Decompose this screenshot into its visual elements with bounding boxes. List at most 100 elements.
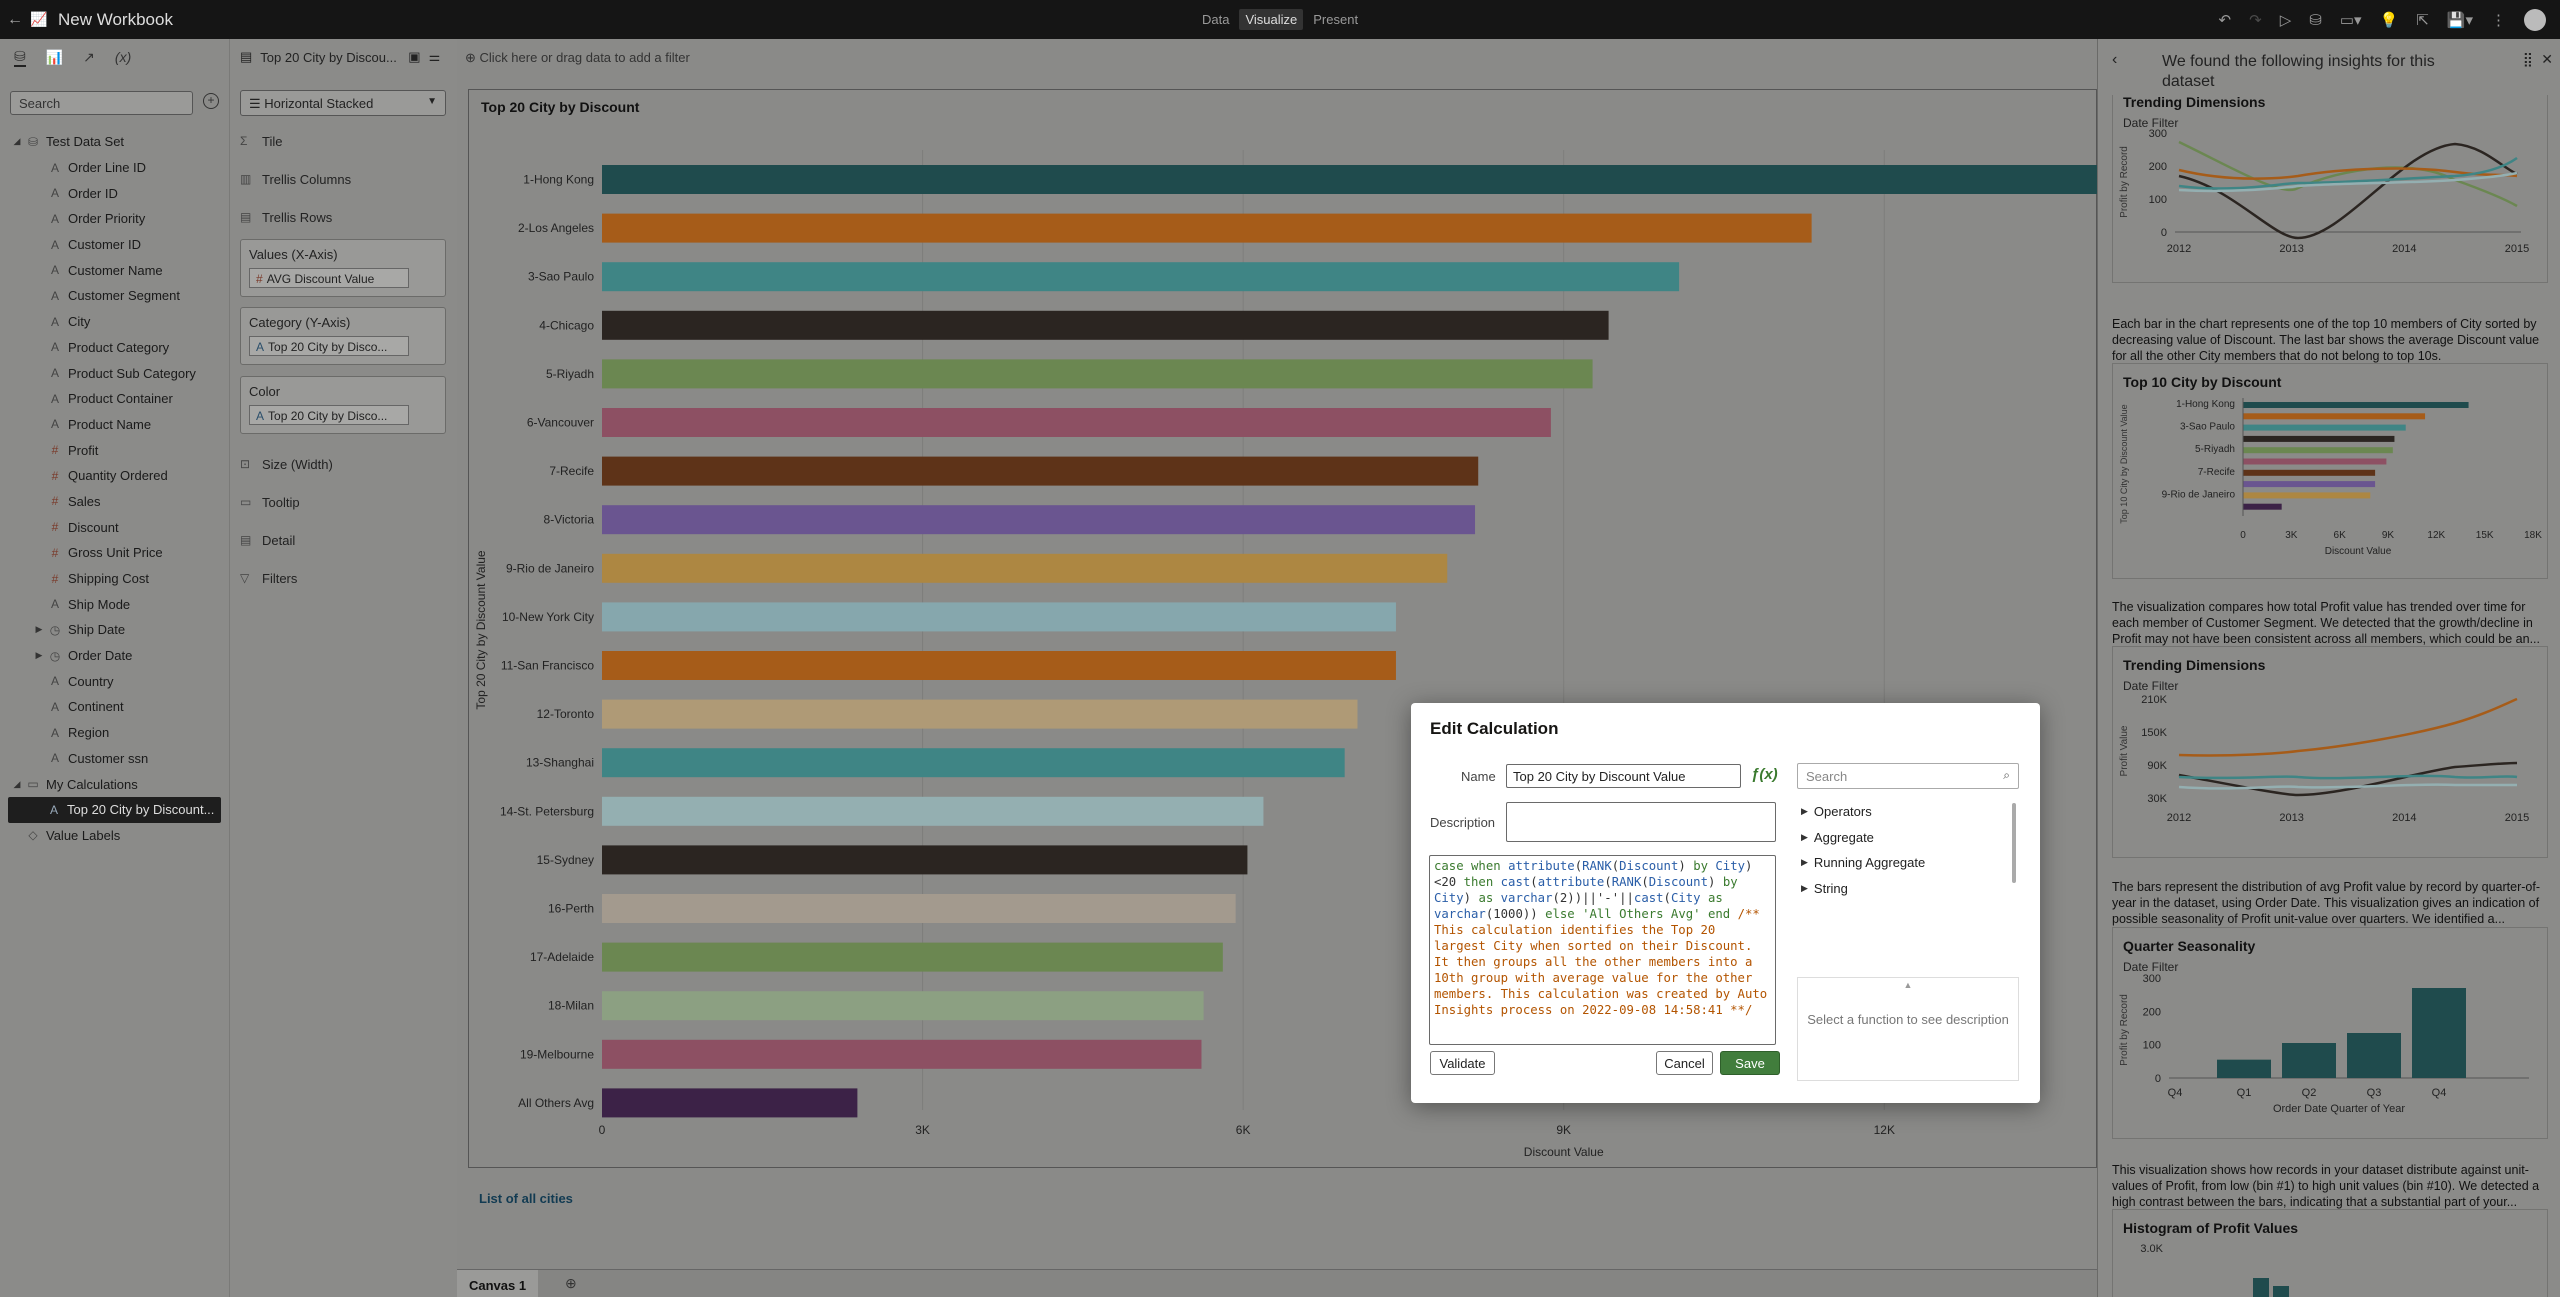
insight-card-top10[interactable]: Top 10 City by Discount 1-Hong Kong 3-Sao… xyxy=(2112,363,2548,579)
analytics-tab-icon[interactable]: ↗ xyxy=(83,49,95,66)
expand-arrow-icon[interactable]: ▶ xyxy=(32,624,46,635)
data-tree-item[interactable]: A Customer Segment xyxy=(0,283,229,309)
data-tree-item[interactable]: ◢ ▭ My Calculations xyxy=(0,771,229,797)
calculations-tab-icon[interactable]: (x) xyxy=(115,49,131,65)
trellis-rows-drop[interactable]: ▤ Trellis Rows xyxy=(240,205,446,229)
data-tree-item[interactable]: A Country xyxy=(0,668,229,694)
function-category-item[interactable]: ▶ Operators xyxy=(1797,799,2017,825)
data-tree-item[interactable]: # Quantity Ordered xyxy=(0,463,229,489)
data-tree-item[interactable]: ▶ ◷ Order Date xyxy=(0,643,229,669)
avatar[interactable] xyxy=(2524,8,2546,31)
back-arrow-icon[interactable]: ← xyxy=(0,11,30,29)
data-tree-item[interactable]: # Shipping Cost xyxy=(0,566,229,592)
data-tree-item[interactable]: A Ship Mode xyxy=(0,591,229,617)
data-tree-item[interactable]: ◢ ⛁ Test Data Set xyxy=(0,129,229,155)
play-icon[interactable]: ▷ xyxy=(2280,11,2292,29)
data-tree-item[interactable]: ▶ ◷ Ship Date xyxy=(0,617,229,643)
properties-icon[interactable]: ▣ xyxy=(408,49,420,65)
data-tree-item[interactable]: # Sales xyxy=(0,489,229,515)
data-tree-item[interactable]: A Continent xyxy=(0,694,229,720)
data-tree-item[interactable]: ◇ Value Labels xyxy=(0,823,229,849)
color-drop[interactable]: Color A Top 20 City by Disco... xyxy=(240,376,446,434)
data-tree-item[interactable]: A Product Sub Category xyxy=(0,360,229,386)
data-tree-item[interactable]: A Order ID xyxy=(0,180,229,206)
visualizations-tab-icon[interactable]: 📊 xyxy=(46,49,63,66)
data-tree-item-label: Profit xyxy=(68,442,99,458)
insight-card-trending-2[interactable]: Trending Dimensions Date Filter 210K 150K… xyxy=(2112,646,2548,858)
description-input[interactable] xyxy=(1506,802,1776,842)
data-tree-item[interactable]: A Top 20 City by Discount... xyxy=(8,796,221,823)
tile-drop[interactable]: Σ Tile xyxy=(240,129,446,153)
insights-icon[interactable]: 💡 xyxy=(2380,11,2399,29)
size-drop[interactable]: ⊡ Size (Width) xyxy=(240,452,446,476)
detail-drop[interactable]: ▤ Detail xyxy=(240,528,446,552)
refresh-data-icon[interactable]: ⛁ xyxy=(2309,11,2322,29)
values-x-axis-drop[interactable]: Values (X-Axis) # AVG Discount Value xyxy=(240,239,446,297)
filter-bar[interactable]: ⊕ Click here or drag data to add a filte… xyxy=(457,39,2097,79)
grid-view-icon[interactable]: ⣿ xyxy=(2523,51,2533,68)
add-data-icon[interactable]: + xyxy=(203,93,219,109)
data-tree-item[interactable]: # Discount xyxy=(0,514,229,540)
cancel-button[interactable]: Cancel xyxy=(1656,1051,1713,1075)
chart-type-select[interactable]: ☰ Horizontal Stacked ▼ xyxy=(240,90,446,116)
list-of-all-cities-link[interactable]: List of all cities xyxy=(479,1191,573,1206)
function-list-scrollbar[interactable] xyxy=(2012,803,2016,883)
filters-drop[interactable]: ▽ Filters xyxy=(240,566,446,590)
function-category-item[interactable]: ▶Math xyxy=(1797,901,2017,904)
insight-card-histogram[interactable]: Histogram of Profit Values 3.0K xyxy=(2112,1209,2548,1297)
mode-visualize[interactable]: Visualize xyxy=(1239,9,1304,30)
data-tree-item[interactable]: # Gross Unit Price xyxy=(0,540,229,566)
function-category-item[interactable]: ▶ Aggregate xyxy=(1797,825,2017,851)
redo-icon[interactable]: ↷ xyxy=(2249,11,2262,29)
values-pill[interactable]: # AVG Discount Value xyxy=(249,268,409,288)
data-tree-item[interactable]: A Product Container xyxy=(0,386,229,412)
more-menu-icon[interactable]: ⋮ xyxy=(2491,11,2506,29)
validate-button[interactable]: Validate xyxy=(1430,1051,1495,1075)
data-tree-item[interactable]: # Profit xyxy=(0,437,229,463)
trellis-columns-drop[interactable]: ▥ Trellis Columns xyxy=(240,167,446,191)
attribute-icon: A xyxy=(50,314,59,329)
data-search-input[interactable]: Search xyxy=(10,91,193,115)
category-pill[interactable]: A Top 20 City by Disco... xyxy=(249,336,409,356)
data-tree-item[interactable]: A Product Category xyxy=(0,335,229,361)
export-icon[interactable]: ⇱ xyxy=(2416,11,2429,29)
data-tree-item[interactable]: A Customer Name xyxy=(0,257,229,283)
chevron-up-icon[interactable]: ▲ xyxy=(1798,978,2018,990)
insight-card-quarter[interactable]: Quarter Seasonality Date Filter 300 200 10… xyxy=(2112,927,2548,1139)
data-tree-item[interactable]: A Product Name xyxy=(0,412,229,438)
workbook-title[interactable]: New Workbook xyxy=(58,10,173,30)
insights-list[interactable]: Trending Dimensions Date Filter 300 200 10… xyxy=(2098,95,2560,1297)
data-tree-item[interactable]: A Order Line ID xyxy=(0,155,229,181)
expand-arrow-icon[interactable]: ◢ xyxy=(10,779,24,790)
close-icon[interactable]: ✕ xyxy=(2541,51,2553,68)
save-button[interactable]: Save xyxy=(1720,1051,1780,1075)
chevron-left-icon[interactable]: ‹ xyxy=(2112,51,2117,69)
expand-arrow-icon[interactable]: ◢ xyxy=(10,136,24,147)
expression-editor[interactable]: case when attribute(RANK(Discount) by Ci… xyxy=(1429,855,1776,1045)
expand-arrow-icon[interactable]: ▶ xyxy=(32,650,46,661)
grammar-settings-icon[interactable]: ⚌ xyxy=(429,49,441,65)
data-tree-item[interactable]: A City xyxy=(0,309,229,335)
function-category-item[interactable]: ▶ String xyxy=(1797,876,2017,902)
insight-card-trending-1[interactable]: Trending Dimensions Date Filter 300 200 10… xyxy=(2112,95,2548,283)
mode-present[interactable]: Present xyxy=(1307,9,1364,30)
data-tab-icon[interactable]: ⛁ xyxy=(14,48,26,67)
save-menu-icon[interactable]: 💾▾ xyxy=(2447,11,2473,29)
function-icon[interactable]: ƒ(x) xyxy=(1751,766,1778,783)
function-category-item[interactable]: ▶ Running Aggregate xyxy=(1797,850,2017,876)
calculation-name-input[interactable]: Top 20 City by Discount Value xyxy=(1506,764,1741,788)
category-y-axis-drop[interactable]: Category (Y-Axis) A Top 20 City by Disco.… xyxy=(240,307,446,365)
data-tree-item[interactable]: A Order Priority xyxy=(0,206,229,232)
viz-tab[interactable]: Top 20 City by Discou... xyxy=(260,50,400,65)
data-tree-item[interactable]: A Region xyxy=(0,720,229,746)
function-search-input[interactable]: Search ⌕ xyxy=(1797,763,2019,789)
present-menu-icon[interactable]: ▭▾ xyxy=(2340,11,2362,29)
canvas-tab[interactable]: Canvas 1 xyxy=(457,1270,539,1297)
color-pill[interactable]: A Top 20 City by Disco... xyxy=(249,405,409,425)
data-tree-item[interactable]: A Customer ssn xyxy=(0,746,229,772)
undo-icon[interactable]: ↶ xyxy=(2219,11,2232,29)
add-canvas-icon[interactable]: ⊕ xyxy=(565,1275,577,1292)
tooltip-drop[interactable]: ▭ Tooltip xyxy=(240,490,446,514)
mode-data[interactable]: Data xyxy=(1196,9,1235,30)
data-tree-item[interactable]: A Customer ID xyxy=(0,232,229,258)
